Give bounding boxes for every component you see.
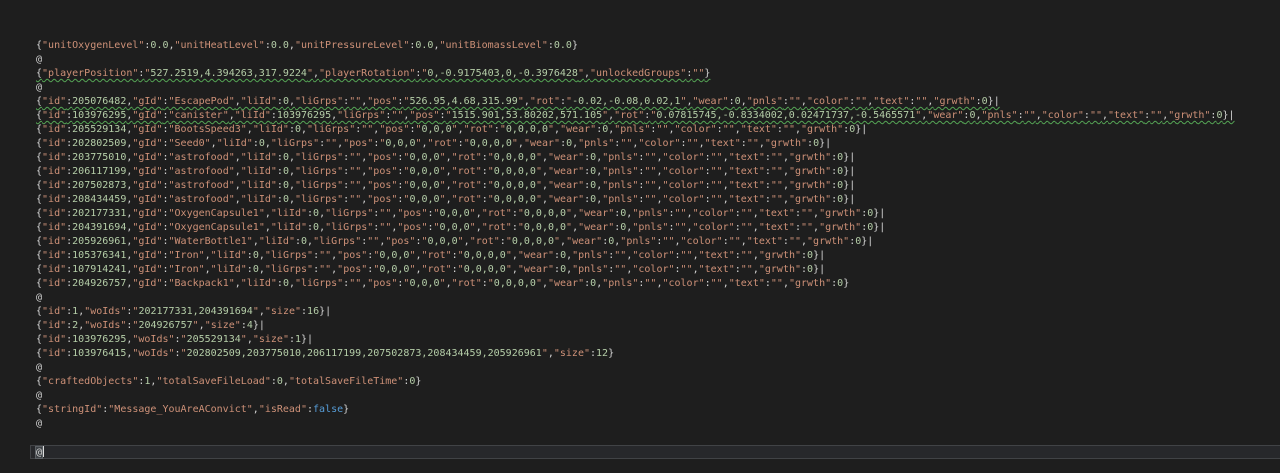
code-line: {"id":203775010,"gId":"astrofood","liId"… (36, 152, 856, 163)
code-line: {"id":205529134,"gId":"BootsSpeed3","liI… (36, 124, 868, 135)
spellcheck-squiggle: {"playerPosition":"527.2519,4.394263,317… (36, 68, 711, 79)
code-line: @ (36, 362, 43, 373)
code-line: {"id":2,"woIds":"204926757","size":4}| (36, 320, 265, 331)
code-line: @ (36, 390, 43, 401)
code-line: @ (36, 418, 43, 429)
code-line: @ (36, 54, 43, 65)
code-line: {"id":105376341,"gId":"Iron","liId":0,"l… (36, 250, 826, 261)
code-line: {"stringId":"Message_YouAreAConvict","is… (36, 404, 350, 415)
code-line: {"id":208434459,"gId":"astrofood","liId"… (36, 194, 856, 205)
code-line: {"id":1,"woIds":"202177331,204391694","s… (36, 306, 332, 317)
editor-content: {"unitOxygenLevel":0.0,"unitHeatLevel":0… (30, 39, 1280, 459)
spellcheck-squiggle: {"id":103976295,"gId":"canister","liId":… (36, 110, 1235, 121)
text-cursor (42, 446, 45, 457)
code-line: {"id":202802509,"gId":"Seed0","liId":0,"… (36, 138, 832, 149)
code-line: @ (36, 82, 43, 93)
code-line: @ (36, 292, 43, 303)
code-line: {"playerPosition":"527.2519,4.394263,317… (30, 67, 1280, 81)
code-line: {"id":204926757,"gId":"Backpack1","liId"… (36, 278, 850, 289)
code-line: {"id":205926961,"gId":"WaterBottle1","li… (36, 236, 874, 247)
code-line: {"unitOxygenLevel":0.0,"unitHeatLevel":0… (36, 40, 578, 51)
spellcheck-squiggle: {"id":205076482,"gId":"EscapePod","liId"… (36, 96, 1000, 107)
code-line: {"id":205076482,"gId":"EscapePod","liId"… (30, 95, 1280, 109)
code-line: {"id":204391694,"gId":"OxygenCapsule1","… (36, 222, 886, 233)
current-line: @ (30, 445, 1280, 459)
code-line: {"id":103976415,"woIds":"202802509,20377… (36, 348, 615, 359)
code-line: {"id":202177331,"gId":"OxygenCapsule1","… (36, 208, 886, 219)
code-line: {"id":207502873,"gId":"astrofood","liId"… (36, 180, 856, 191)
code-line: {"id":107914241,"gId":"Iron","liId":0,"l… (36, 264, 826, 275)
code-line: {"id":103976295,"woIds":"205529134","siz… (36, 334, 314, 345)
code-line: {"craftedObjects":1,"totalSaveFileLoad":… (36, 376, 422, 387)
code-line: {"id":103976295,"gId":"canister","liId":… (30, 109, 1280, 123)
text-editor-area[interactable]: {"unitOxygenLevel":0.0,"unitHeatLevel":0… (0, 0, 1280, 459)
code-line: {"id":206117199,"gId":"astrofood","liId"… (36, 166, 856, 177)
